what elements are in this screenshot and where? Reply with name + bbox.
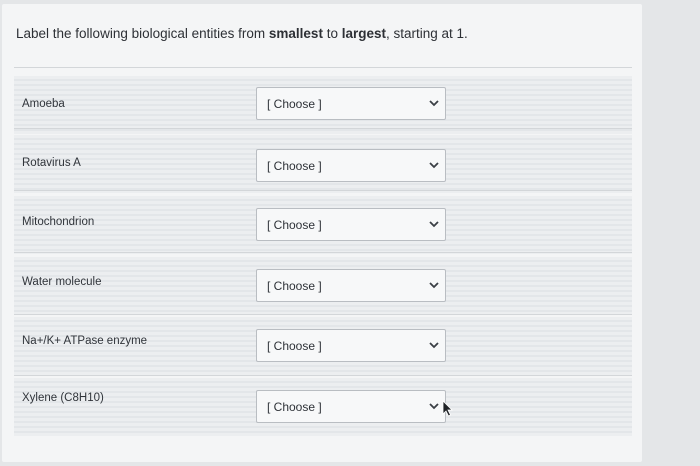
choose-select-xylene[interactable]: [ Choose ] [256, 390, 446, 423]
divider [14, 375, 632, 376]
divider [14, 314, 632, 315]
question-card: Label the following biological entities … [2, 4, 642, 462]
select-value: [ Choose ] [267, 339, 322, 353]
divider [14, 190, 632, 191]
row-label: Xylene (C8H10) [22, 392, 104, 404]
choose-select-mitochondrion[interactable]: [ Choose ] [256, 208, 446, 241]
row-label: Water molecule [22, 276, 102, 288]
select-value: [ Choose ] [267, 97, 322, 111]
chevron-down-icon [429, 99, 439, 107]
question-prompt: Label the following biological entities … [16, 26, 468, 41]
prompt-suffix: , starting at 1. [386, 26, 468, 41]
match-row-rotavirus: Rotavirus A [ Choose ] [14, 135, 632, 193]
choose-select-amoeba[interactable]: [ Choose ] [256, 87, 446, 120]
match-row-mitochondrion: Mitochondrion [ Choose ] [14, 196, 632, 254]
chevron-down-icon [429, 281, 439, 289]
match-row-water-molecule: Water molecule [ Choose ] [14, 257, 632, 315]
row-label: Mitochondrion [22, 216, 95, 228]
prompt-largest: largest [341, 26, 386, 41]
row-label: Amoeba [22, 98, 65, 110]
row-label: Rotavirus A [22, 157, 81, 169]
chevron-down-icon [429, 161, 439, 169]
divider [14, 252, 632, 253]
match-row-xylene: Xylene (C8H10) [ Choose ] [14, 378, 632, 436]
divider [14, 128, 632, 129]
divider [14, 67, 632, 68]
chevron-down-icon [429, 341, 439, 349]
chevron-down-icon [429, 220, 439, 228]
match-row-amoeba: Amoeba [ Choose ] [14, 76, 632, 134]
select-value: [ Choose ] [267, 218, 322, 232]
choose-select-water-molecule[interactable]: [ Choose ] [256, 269, 446, 302]
select-value: [ Choose ] [267, 400, 322, 414]
row-label: Na+/K+ ATPase enzyme [22, 335, 148, 347]
mouse-pointer-icon [441, 400, 455, 418]
choose-select-rotavirus[interactable]: [ Choose ] [256, 149, 446, 182]
select-value: [ Choose ] [267, 279, 322, 293]
choose-select-atpase[interactable]: [ Choose ] [256, 329, 446, 362]
prompt-smallest: smallest [268, 26, 323, 41]
match-row-atpase: Na+/K+ ATPase enzyme [ Choose ] [14, 317, 632, 375]
select-value: [ Choose ] [267, 159, 322, 173]
prompt-prefix: Label the following biological entities … [16, 26, 269, 41]
prompt-middle: to [322, 26, 342, 41]
chevron-down-icon [429, 402, 439, 410]
